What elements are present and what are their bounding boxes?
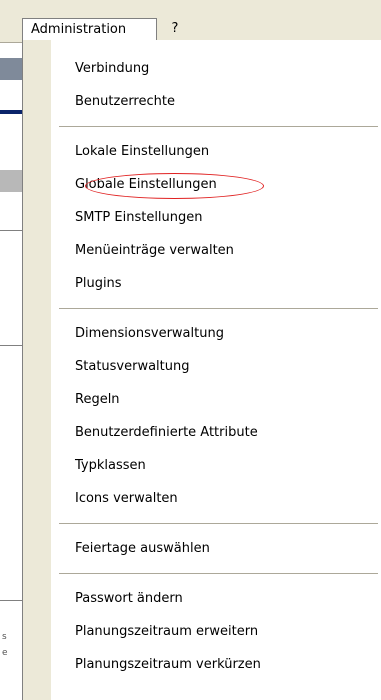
menu-item-label: Statusverwaltung bbox=[75, 359, 190, 374]
menu-item-label: Benutzerrechte bbox=[75, 94, 175, 109]
menu-administration[interactable]: Administration bbox=[22, 18, 157, 40]
background-text-fragment: e bbox=[2, 648, 8, 658]
menu-item-label: Passwort ändern bbox=[75, 591, 183, 606]
menu-item-globale-einstellungen[interactable]: Globale Einstellungen bbox=[23, 168, 381, 201]
menu-help[interactable]: ? bbox=[158, 18, 192, 40]
menu-item-verbindung[interactable]: Verbindung bbox=[23, 52, 381, 85]
menu-item-label: Benutzerdefinierte Attribute bbox=[75, 425, 258, 440]
menu-item-label: Verbindung bbox=[75, 61, 150, 76]
menu-item-planungszeitraum-erweitern[interactable]: Planungszeitraum erweitern bbox=[23, 615, 381, 648]
menu-item-plugins[interactable]: Plugins bbox=[23, 267, 381, 300]
menu-bar: Administration ? bbox=[0, 0, 381, 43]
menu-separator bbox=[59, 308, 378, 309]
menu-separator bbox=[59, 523, 378, 524]
menu-item-label: Plugins bbox=[75, 276, 122, 291]
menu-item-feiertage-auswaehlen[interactable]: Feiertage auswählen bbox=[23, 532, 381, 565]
menu-item-statusverwaltung[interactable]: Statusverwaltung bbox=[23, 350, 381, 383]
menu-item-label: Globale Einstellungen bbox=[75, 177, 217, 192]
menu-item-label: Lokale Einstellungen bbox=[75, 144, 210, 159]
menu-item-label: Planungszeitraum erweitern bbox=[75, 624, 259, 639]
menu-item-icons-verwalten[interactable]: Icons verwalten bbox=[23, 482, 381, 515]
administration-dropdown: Verbindung Benutzerrechte Lokale Einstellu… bbox=[22, 40, 381, 700]
menu-item-passwort-aendern[interactable]: Passwort ändern bbox=[23, 582, 381, 615]
menu-separator bbox=[59, 573, 378, 574]
menu-item-lokale-einstellungen[interactable]: Lokale Einstellungen bbox=[23, 135, 381, 168]
menu-separator bbox=[59, 126, 378, 127]
menu-item-label: Icons verwalten bbox=[75, 491, 178, 506]
menu-list: Verbindung Benutzerrechte Lokale Einstellu… bbox=[23, 40, 381, 681]
menu-item-label: SMTP Einstellungen bbox=[75, 210, 203, 225]
menu-item-label: Typklassen bbox=[75, 458, 146, 473]
menu-item-menueeintraege-verwalten[interactable]: Menüeinträge verwalten bbox=[23, 234, 381, 267]
menu-item-label: Feiertage auswählen bbox=[75, 541, 210, 556]
menu-item-typklassen[interactable]: Typklassen bbox=[23, 449, 381, 482]
menu-item-label: Menüeinträge verwalten bbox=[75, 243, 234, 258]
menu-item-benutzerdefinierte-attribute[interactable]: Benutzerdefinierte Attribute bbox=[23, 416, 381, 449]
menu-item-planungszeitraum-verkuerzen[interactable]: Planungszeitraum verkürzen bbox=[23, 648, 381, 681]
menu-item-benutzerrechte[interactable]: Benutzerrechte bbox=[23, 85, 381, 118]
menu-item-label: Planungszeitraum verkürzen bbox=[75, 657, 261, 672]
menu-item-label: Regeln bbox=[75, 392, 120, 407]
menu-item-smtp-einstellungen[interactable]: SMTP Einstellungen bbox=[23, 201, 381, 234]
menu-item-regeln[interactable]: Regeln bbox=[23, 383, 381, 416]
menu-item-dimensionsverwaltung[interactable]: Dimensionsverwaltung bbox=[23, 317, 381, 350]
background-text-fragment: s bbox=[2, 632, 7, 642]
menu-item-label: Dimensionsverwaltung bbox=[75, 326, 224, 341]
